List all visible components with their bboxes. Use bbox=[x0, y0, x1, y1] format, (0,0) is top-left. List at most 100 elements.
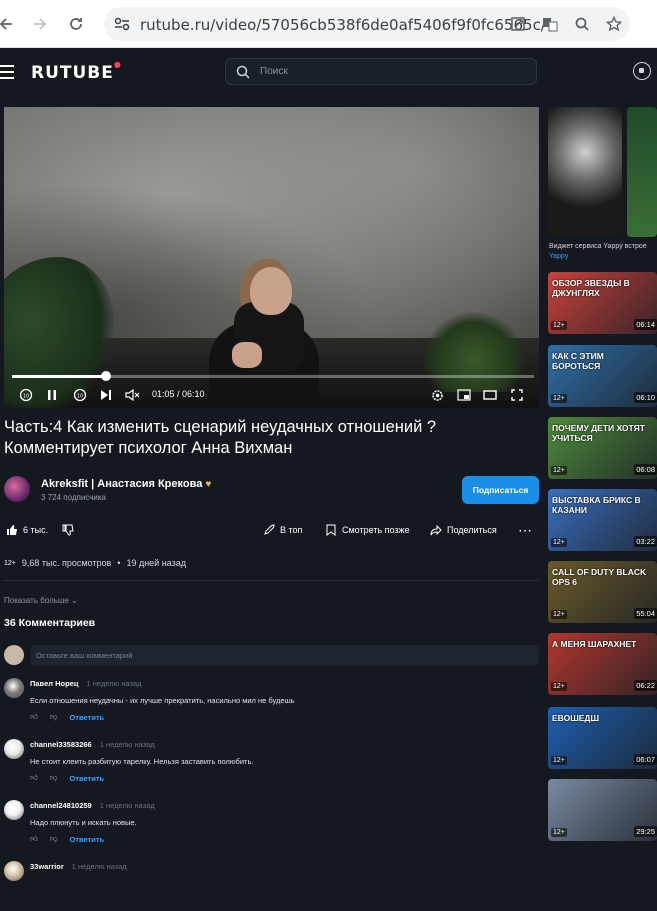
upload-icon[interactable] bbox=[633, 62, 651, 80]
channel-name[interactable]: Akreksfit | Анастасия Крекова ♥ bbox=[41, 478, 211, 490]
reply-button[interactable]: Ответить bbox=[69, 774, 104, 783]
like-button[interactable]: 6 тыс. bbox=[6, 520, 48, 540]
comment-date: 1 неделю назад bbox=[99, 740, 155, 749]
comment-dislike-icon[interactable]: 👎︎ bbox=[50, 773, 58, 783]
rocket-icon bbox=[264, 524, 275, 535]
recommended-video[interactable]: ВЫСТАВКА БРИКС В КАЗАНИ 12+ 03:22 bbox=[548, 489, 657, 551]
video-player[interactable]: 10 10 01:05 / 06:10 bbox=[4, 107, 539, 408]
speaker-image bbox=[250, 267, 292, 315]
theater-mode-icon[interactable] bbox=[482, 385, 498, 405]
recommended-video[interactable]: КАК С ЭТИМ БОРОТЬСЯ 12+ 06:10 bbox=[548, 345, 657, 407]
video-duration: 29:25 bbox=[634, 826, 657, 837]
translate-icon[interactable] bbox=[534, 7, 566, 41]
comment-dislike-icon[interactable]: 👎︎ bbox=[50, 712, 58, 722]
like-count: 6 тыс. bbox=[23, 525, 49, 535]
site-settings-icon[interactable] bbox=[112, 14, 132, 34]
recommended-video[interactable]: ПОЧЕМУ ДЕТИ ХОТЯТ УЧИТЬСЯ 12+ 06:08 bbox=[548, 417, 657, 479]
dislike-button[interactable] bbox=[62, 520, 74, 540]
channel-avatar[interactable] bbox=[4, 476, 30, 502]
user-avatar bbox=[4, 645, 24, 665]
promo-source[interactable]: Yappy bbox=[549, 253, 568, 260]
eagle-image bbox=[548, 107, 622, 237]
forward-icon[interactable] bbox=[28, 12, 52, 36]
bookmark-star-icon[interactable] bbox=[598, 7, 630, 41]
to-top-label: В топ bbox=[280, 525, 303, 535]
comment-avatar[interactable] bbox=[4, 861, 24, 881]
promo-thumbnail bbox=[627, 107, 657, 237]
comment-dislike-icon[interactable]: 👎︎ bbox=[50, 834, 58, 844]
show-more-button[interactable]: Показать больше ⌄ bbox=[4, 596, 78, 605]
fullscreen-icon[interactable] bbox=[509, 385, 525, 405]
search-input[interactable]: Поиск bbox=[225, 58, 537, 85]
reply-button[interactable]: Ответить bbox=[69, 835, 104, 844]
age-rating-badge: 12+ bbox=[551, 538, 567, 547]
mute-icon[interactable] bbox=[124, 385, 142, 405]
share-label: Поделиться bbox=[447, 525, 497, 535]
plant-image bbox=[424, 312, 524, 392]
heart-icon: ♥ bbox=[205, 479, 212, 490]
to-top-button[interactable]: В топ bbox=[263, 520, 302, 540]
age-rating-badge: 12+ bbox=[551, 394, 567, 403]
picture-in-picture-icon[interactable] bbox=[456, 385, 472, 405]
video-duration: 03:22 bbox=[634, 536, 657, 547]
recommended-video[interactable]: А МЕНЯ ШАРАХНЕТ 12+ 06:22 bbox=[548, 633, 657, 695]
watch-later-label: Смотреть позже bbox=[342, 525, 410, 535]
promo-widget[interactable] bbox=[548, 107, 657, 237]
comment-author[interactable]: channel33583266 1 неделю назад bbox=[30, 740, 155, 749]
menu-icon[interactable] bbox=[0, 65, 14, 79]
video-duration: 06:08 bbox=[634, 464, 657, 475]
rewind-10-icon[interactable]: 10 bbox=[18, 385, 34, 405]
thumbs-up-icon bbox=[7, 525, 17, 535]
subscribe-button[interactable]: Подписаться bbox=[462, 476, 539, 504]
comment-text: Надо плюнуть и искать новые. bbox=[30, 818, 137, 827]
site-header: RUTUBE● Поиск bbox=[0, 48, 657, 96]
open-in-app-icon[interactable] bbox=[502, 7, 534, 41]
reply-button[interactable]: Ответить bbox=[69, 713, 104, 722]
address-bar[interactable]: rutube.ru/video/57056cb538f6de0af5406f9f… bbox=[104, 7, 630, 41]
rutube-logo[interactable]: RUTUBE● bbox=[31, 60, 122, 83]
video-duration: 06:22 bbox=[634, 680, 657, 691]
zoom-icon[interactable] bbox=[566, 7, 598, 41]
comment-like-icon[interactable]: 👍︎ bbox=[30, 773, 38, 783]
comment-input[interactable]: Оставьте ваш комментарий bbox=[30, 645, 539, 666]
video-duration: 06:07 bbox=[634, 754, 657, 765]
video-meta: 12+ 9,68 тыс. просмотров • 19 дней назад bbox=[4, 556, 186, 570]
reload-icon[interactable] bbox=[64, 12, 88, 36]
share-button[interactable]: Поделиться bbox=[430, 520, 497, 540]
comment-avatar[interactable] bbox=[4, 739, 24, 759]
svg-text:10: 10 bbox=[77, 393, 83, 399]
age-rating-badge: 12+ bbox=[551, 321, 567, 330]
time-display: 01:05 / 06:10 bbox=[152, 389, 205, 399]
comment-author[interactable]: channel24810259 1 неделю назад bbox=[30, 801, 155, 810]
comment-avatar[interactable] bbox=[4, 800, 24, 820]
progress-bar[interactable] bbox=[12, 371, 534, 381]
subscriber-count: 3 724 подписчика bbox=[41, 493, 106, 502]
recommended-video[interactable]: 12+ 29:25 bbox=[548, 779, 657, 841]
thumbnail-caption: А МЕНЯ ШАРАХНЕТ bbox=[552, 639, 637, 649]
pause-icon[interactable] bbox=[44, 385, 60, 405]
comment-author[interactable]: 33warrior 1 неделю назад bbox=[30, 862, 127, 871]
url-text: rutube.ru/video/57056cb538f6de0af5406f9f… bbox=[140, 16, 546, 34]
watch-later-button[interactable]: Смотреть позже bbox=[325, 520, 410, 540]
recommended-video[interactable]: ОБЗОР ЗВЕЗДЫ В ДЖУНГЛЯХ 12+ 06:14 bbox=[548, 272, 657, 334]
comment-author[interactable]: Павел Норец 1 неделю назад bbox=[30, 679, 141, 688]
share-icon bbox=[430, 524, 442, 536]
settings-gear-icon[interactable] bbox=[429, 385, 445, 405]
thumbnail-caption: CALL OF DUTY BLACK OPS 6 bbox=[552, 567, 647, 587]
back-icon[interactable] bbox=[0, 12, 18, 36]
age-rating-badge: 12+ bbox=[551, 682, 567, 691]
recommended-video[interactable]: ЕВОШЕДШ 12+ 06:07 bbox=[548, 707, 657, 769]
comment-avatar[interactable] bbox=[4, 678, 24, 698]
comment-like-icon[interactable]: 👍︎ bbox=[30, 834, 38, 844]
comment-like-icon[interactable]: 👍︎ bbox=[30, 712, 38, 722]
thumbnail-caption: ЕВОШЕДШ bbox=[552, 713, 600, 723]
recommended-video[interactable]: CALL OF DUTY BLACK OPS 6 12+ 55:04 bbox=[548, 561, 657, 623]
forward-10-icon[interactable]: 10 bbox=[72, 385, 88, 405]
chevron-down-icon: ⌄ bbox=[71, 596, 78, 605]
progress-handle[interactable] bbox=[101, 371, 111, 381]
browser-toolbar: rutube.ru/video/57056cb538f6de0af5406f9f… bbox=[0, 0, 657, 48]
more-options-icon[interactable]: ⋯ bbox=[518, 520, 533, 540]
next-video-icon[interactable] bbox=[98, 385, 114, 405]
comment-item: Павел Норец 1 неделю назад Если отношения … bbox=[4, 678, 544, 728]
age-rating-badge: 12+ bbox=[551, 610, 567, 619]
